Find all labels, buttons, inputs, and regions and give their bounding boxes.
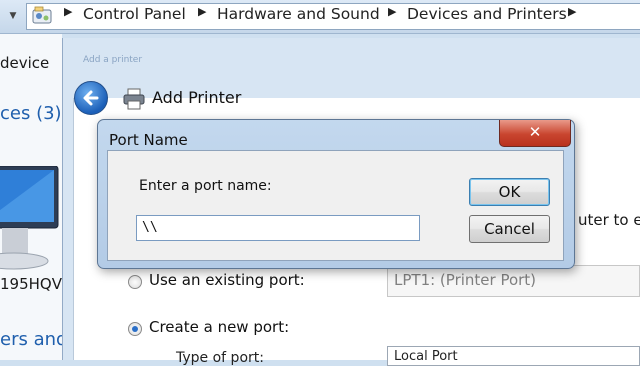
existing-port-radio[interactable] [128, 275, 142, 289]
close-button[interactable]: ✕ [499, 120, 571, 147]
wizard-window-title: Add a printer [83, 55, 143, 65]
chevron-right-icon[interactable]: ▶ [198, 5, 206, 18]
monitor-icon[interactable] [0, 165, 60, 276]
printer-icon [122, 87, 146, 111]
breadcrumb-devices-and-printers[interactable]: Devices and Printers [407, 5, 567, 23]
port-type-select[interactable]: Local Port [387, 346, 640, 366]
port-name-dialog: Port Name ✕ Enter a port name: \\ OK Can… [97, 119, 575, 269]
address-bar: ▼ ▶ Control Panel ▶ Hardware and Sound ▶… [0, 0, 640, 34]
device-label: 195HQV [0, 275, 62, 293]
wizard-description-text: uter to ex [578, 211, 640, 229]
breadcrumb-hardware-and-sound[interactable]: Hardware and Sound [217, 5, 380, 23]
dialog-title: Port Name [109, 131, 188, 149]
dialog-body: Enter a port name: \\ OK Cancel [107, 150, 564, 261]
close-icon: ✕ [528, 123, 542, 141]
port-type-label: Type of port: [176, 350, 264, 366]
breadcrumb-control-panel[interactable]: Control Panel [83, 5, 186, 23]
new-port-label[interactable]: Create a new port: [149, 318, 289, 336]
wizard-title: Add Printer [152, 88, 242, 107]
chevron-right-icon[interactable]: ▶ [568, 5, 576, 18]
cancel-button[interactable]: Cancel [469, 215, 550, 243]
existing-port-label[interactable]: Use an existing port: [149, 271, 305, 289]
new-port-radio[interactable] [128, 322, 142, 336]
back-arrow-icon [83, 90, 99, 106]
back-button[interactable] [74, 81, 108, 115]
port-name-input[interactable]: \\ [136, 215, 420, 241]
existing-port-select[interactable]: LPT1: (Printer Port) [387, 265, 640, 297]
port-name-prompt: Enter a port name: [139, 178, 272, 194]
chevron-down-icon[interactable]: ▼ [6, 6, 20, 26]
chevron-right-icon[interactable]: ▶ [388, 5, 396, 18]
devices-group-header[interactable]: ces (3) [0, 103, 62, 124]
ok-button[interactable]: OK [469, 178, 550, 206]
add-device-link[interactable]: device [0, 54, 49, 72]
devices-pane: device ces (3) 195HQV ers and [0, 34, 67, 360]
control-panel-icon [32, 6, 54, 26]
chevron-right-icon[interactable]: ▶ [64, 5, 72, 18]
printers-group-header[interactable]: ers and [0, 329, 67, 350]
